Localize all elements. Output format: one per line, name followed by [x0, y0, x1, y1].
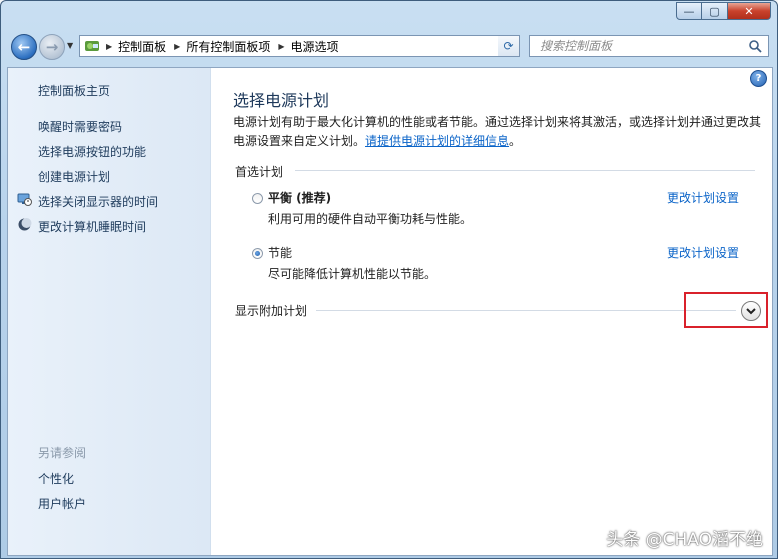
sidebar-item-sleep-time[interactable]: 更改计算机睡眠时间	[38, 218, 146, 235]
arrow-right-icon: →	[45, 38, 59, 56]
help-icon[interactable]: ?	[750, 70, 767, 87]
monitor-clock-icon	[17, 193, 32, 206]
highlight-box	[684, 292, 768, 328]
page-description: 电源计划有助于最大化计算机的性能或者节能。通过选择计划来将其激活，或选择计划并通…	[233, 113, 763, 151]
plan-power-saver-description: 尽可能降低计算机性能以节能。	[268, 267, 437, 281]
sidebar-item-home[interactable]: 控制面板主页	[38, 82, 110, 99]
close-button[interactable]: ✕	[728, 2, 771, 20]
see-also-heading: 另请参阅	[38, 446, 87, 460]
plan-balanced-radio[interactable]	[252, 193, 263, 204]
chevron-right-icon[interactable]: ▶	[278, 42, 284, 51]
refresh-icon: ⟳	[503, 39, 514, 53]
plan-power-saver-name[interactable]: 节能	[268, 244, 292, 261]
control-panel-icon	[85, 41, 99, 51]
client-area: 控制面板主页 唤醒时需要密码 选择电源按钮的功能 创建电源计划 选择关闭显示器的…	[7, 67, 773, 556]
search-box	[529, 35, 769, 57]
breadcrumb: ▶ 控制面板 ▶ 所有控制面板项 ▶ 电源选项	[106, 38, 339, 55]
main-content: ? 选择电源计划 电源计划有助于最大化计算机的性能或者节能。通过选择计划来将其激…	[210, 68, 772, 555]
sidebar-item-wake-password[interactable]: 唤醒时需要密码	[38, 118, 122, 135]
description-end: 。	[509, 134, 522, 148]
recent-pages-dropdown[interactable]: ▼	[67, 41, 73, 50]
plan-power-saver-radio[interactable]	[252, 248, 263, 259]
preferred-plans-heading: 首选计划	[235, 165, 284, 179]
window-controls: — ▢ ✕	[676, 2, 771, 20]
moon-icon	[18, 218, 32, 231]
navigation-bar: ← → ▼ ▶ 控制面板 ▶ 所有控制面板项 ▶ 电源选项 ▼ ⟳	[1, 31, 777, 63]
minimize-button[interactable]: —	[676, 2, 702, 20]
breadcrumb-all-items[interactable]: 所有控制面板项	[186, 38, 270, 55]
chevron-right-icon: ▶	[106, 41, 113, 51]
plan-details-link[interactable]: 请提供电源计划的详细信息	[365, 134, 509, 148]
sidebar-item-personalization[interactable]: 个性化	[38, 470, 74, 487]
page-title: 选择电源计划	[233, 91, 330, 110]
plan-balanced-name[interactable]: 平衡 (推荐)	[268, 189, 331, 206]
chevron-right-icon[interactable]: ▶	[174, 42, 180, 51]
plan-power-saver-change-settings[interactable]: 更改计划设置	[667, 244, 739, 261]
breadcrumb-control-panel[interactable]: 控制面板	[118, 38, 166, 55]
plan-balanced-change-settings[interactable]: 更改计划设置	[667, 189, 739, 206]
section-divider	[316, 310, 736, 311]
back-button[interactable]: ←	[11, 34, 37, 60]
section-divider	[295, 170, 755, 171]
sidebar-item-create-plan[interactable]: 创建电源计划	[38, 168, 110, 185]
search-input[interactable]	[538, 38, 742, 54]
sidebar: 控制面板主页 唤醒时需要密码 选择电源按钮的功能 创建电源计划 选择关闭显示器的…	[8, 68, 211, 555]
arrow-left-icon: ←	[17, 38, 31, 56]
plan-balanced-description: 利用可用的硬件自动平衡功耗与性能。	[268, 212, 473, 226]
sidebar-item-display-off[interactable]: 选择关闭显示器的时间	[38, 193, 158, 210]
sidebar-item-user-accounts[interactable]: 用户帐户	[38, 495, 86, 512]
watermark: 头条 @CHAO滔不绝	[606, 530, 763, 550]
window-frame: — ▢ ✕ ← → ▼ ▶ 控制面板 ▶ 所有控制面板项 ▶ 电源选项 ⟳ 搜索…	[0, 0, 778, 559]
search-icon[interactable]	[748, 39, 762, 53]
address-bar[interactable]: ▶ 控制面板 ▶ 所有控制面板项 ▶ 电源选项 ▼	[79, 35, 520, 57]
breadcrumb-power-options[interactable]: 电源选项	[291, 38, 339, 55]
show-more-plans-label[interactable]: 显示附加计划	[235, 302, 307, 319]
maximize-button[interactable]: ▢	[702, 2, 728, 20]
refresh-button[interactable]: ⟳	[498, 35, 520, 57]
forward-button[interactable]: →	[39, 34, 65, 60]
sidebar-item-power-button[interactable]: 选择电源按钮的功能	[38, 143, 146, 160]
